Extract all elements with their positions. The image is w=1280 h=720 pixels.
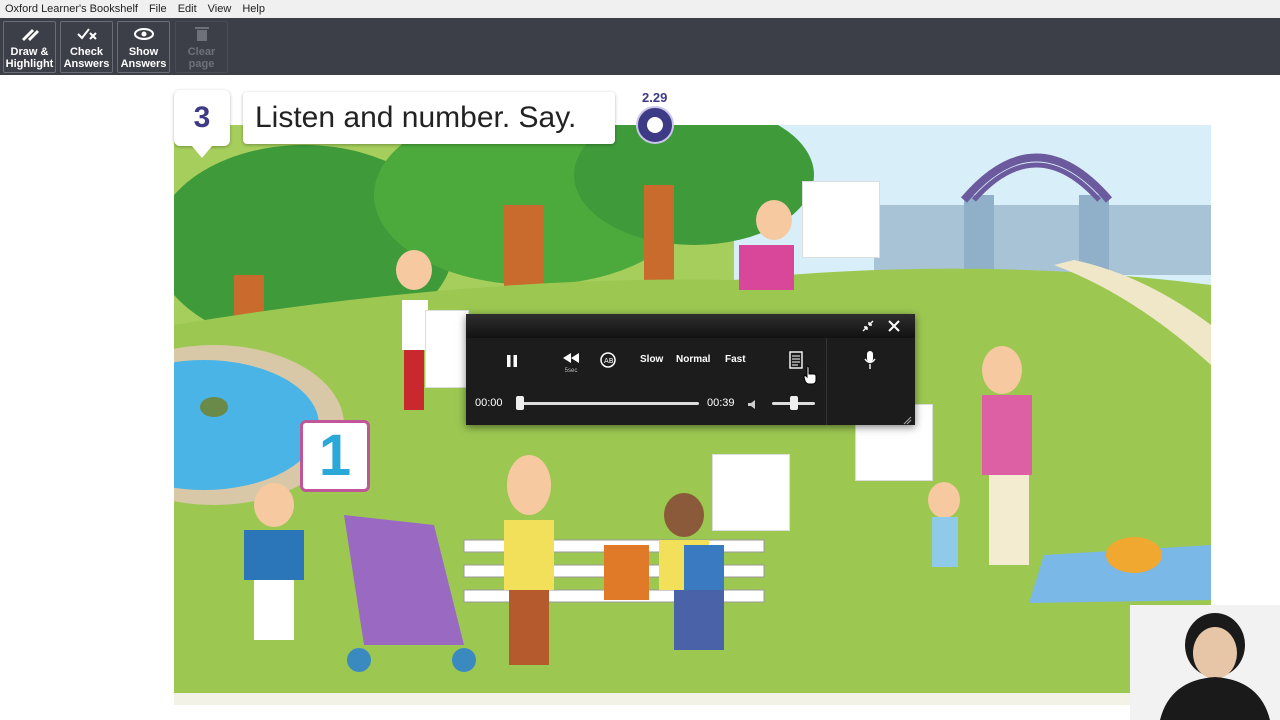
trash-icon xyxy=(176,26,227,46)
track-number: 2.29 xyxy=(640,90,670,105)
toolbar: Draw & Highlight Check Answers Show Answ… xyxy=(0,18,1280,75)
check-answers-button[interactable]: Check Answers xyxy=(60,21,113,73)
volume-handle[interactable] xyxy=(789,396,798,410)
player-controls: 5sec AB Slow Normal Fast xyxy=(466,344,915,378)
speed-slow-button[interactable]: Slow xyxy=(640,354,663,365)
rewind-icon xyxy=(563,353,579,363)
minimize-icon[interactable] xyxy=(862,319,874,337)
svg-text:AB: AB xyxy=(604,357,614,365)
current-time: 00:00 xyxy=(475,397,503,409)
menu-edit[interactable]: Edit xyxy=(173,0,203,18)
resize-grip-icon[interactable] xyxy=(902,412,912,430)
player-timeline: 00:00 00:39 xyxy=(466,392,915,414)
microphone-icon[interactable] xyxy=(864,350,876,375)
answer-box[interactable] xyxy=(712,454,790,531)
transcript-icon[interactable] xyxy=(789,351,803,374)
example-number-card: 1 xyxy=(300,420,370,492)
rewind-5sec-button[interactable]: 5sec xyxy=(562,350,580,375)
presenter-image xyxy=(1130,605,1280,720)
clear-page-button[interactable]: Clear page xyxy=(175,21,228,73)
pause-icon[interactable] xyxy=(506,354,518,373)
check-x-icon xyxy=(61,26,112,46)
player-title-bar[interactable] xyxy=(466,314,915,338)
activity-instruction: Listen and number. Say. xyxy=(243,92,615,144)
progress-handle[interactable] xyxy=(516,396,524,410)
menu-help[interactable]: Help xyxy=(237,0,271,18)
volume-icon[interactable] xyxy=(747,397,759,415)
close-icon[interactable] xyxy=(888,319,900,337)
audio-track-button[interactable]: 2.29 xyxy=(634,90,678,146)
ab-repeat-icon[interactable]: AB xyxy=(599,351,617,374)
draw-highlight-button[interactable]: Draw & Highlight xyxy=(3,21,56,73)
speed-normal-button[interactable]: Normal xyxy=(676,354,710,365)
show-answers-button[interactable]: Show Answers xyxy=(117,21,170,73)
hand-cursor-icon xyxy=(803,365,817,385)
audio-player: 5sec AB Slow Normal Fast 00:00 00:39 xyxy=(466,314,915,425)
audio-disc-icon xyxy=(636,106,674,144)
eye-icon xyxy=(118,26,169,46)
answer-box[interactable] xyxy=(425,310,469,388)
answer-box[interactable] xyxy=(802,181,880,258)
menu-file[interactable]: File xyxy=(144,0,173,18)
progress-track[interactable] xyxy=(516,402,699,405)
menu-bar: Oxford Learner's Bookshelf File Edit Vie… xyxy=(0,0,1280,18)
app-title: Oxford Learner's Bookshelf xyxy=(5,3,138,15)
pen-icon xyxy=(4,26,55,46)
presenter-webcam xyxy=(1130,605,1280,720)
menu-view[interactable]: View xyxy=(203,0,238,18)
speed-fast-button[interactable]: Fast xyxy=(725,354,746,365)
total-time: 00:39 xyxy=(707,397,735,409)
activity-number: 3 xyxy=(174,90,230,158)
